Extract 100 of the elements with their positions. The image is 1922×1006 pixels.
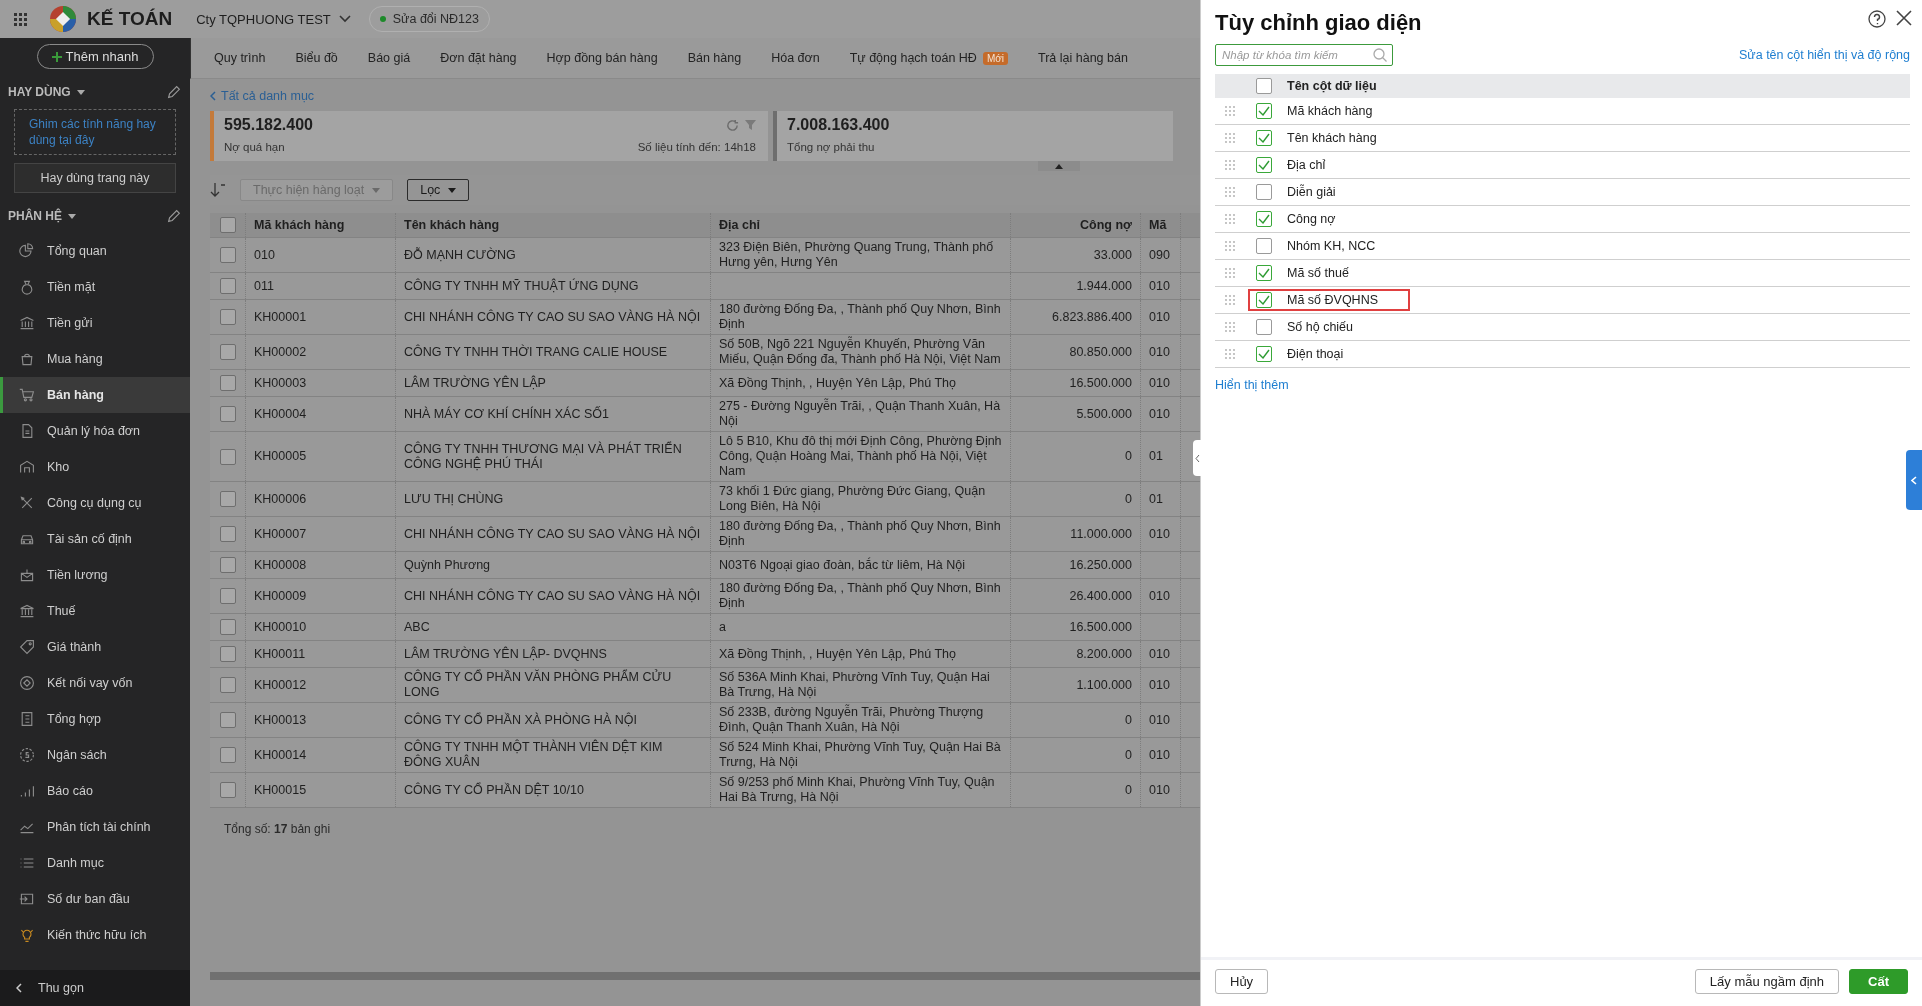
tab[interactable]: Hóa đơn — [756, 51, 835, 65]
close-icon[interactable] — [1896, 10, 1912, 26]
checkbox[interactable] — [1256, 184, 1272, 200]
edit-icon[interactable] — [166, 208, 182, 224]
edit-icon[interactable] — [166, 84, 182, 100]
column-name: Mã số thuế — [1287, 266, 1349, 280]
row-checkbox[interactable] — [219, 588, 236, 604]
help-icon[interactable] — [1868, 10, 1886, 28]
filter-icon[interactable] — [745, 118, 756, 130]
row-checkbox[interactable] — [219, 491, 236, 507]
row-checkbox[interactable] — [219, 782, 236, 798]
sidebar-item[interactable]: Mua hàng — [0, 341, 190, 377]
sidebar-item[interactable]: Báo cáo — [0, 773, 190, 809]
table-cell: N03T6 Ngoại giao đoàn, bắc từ liêm, Hà Nội — [711, 552, 1011, 578]
search-field[interactable]: Nhập từ khóa tìm kiếm — [1215, 44, 1393, 66]
sidebar-item[interactable]: Công cụ dụng cụ — [0, 485, 190, 521]
sort-icon[interactable] — [210, 182, 226, 198]
tab[interactable]: Biểu đồ — [280, 51, 353, 65]
sidebar-item[interactable]: Bán hàng — [0, 377, 190, 413]
row-checkbox[interactable] — [219, 247, 236, 263]
column-header[interactable]: Địa chỉ — [711, 213, 1011, 237]
row-checkbox[interactable] — [219, 619, 236, 635]
row-checkbox[interactable] — [219, 375, 236, 391]
drag-handle-icon[interactable] — [1225, 241, 1235, 251]
sidebar-item[interactable]: Kết nối vay vốn — [0, 665, 190, 701]
panel-toggle-handle[interactable] — [1193, 440, 1201, 476]
drag-handle-icon[interactable] — [1225, 160, 1235, 170]
column-header[interactable]: Tên khách hàng — [396, 213, 711, 237]
row-checkbox[interactable] — [219, 278, 236, 294]
side-tab[interactable] — [1906, 450, 1922, 510]
row-checkbox[interactable] — [219, 406, 236, 422]
row-checkbox[interactable] — [219, 747, 236, 763]
drag-handle-icon[interactable] — [1225, 214, 1235, 224]
checkbox[interactable] — [1256, 319, 1272, 335]
sidebar-item[interactable]: Thuế — [0, 593, 190, 629]
tab[interactable]: Bán hàng — [672, 51, 757, 65]
checkbox[interactable] — [1256, 346, 1272, 362]
row-checkbox[interactable] — [219, 712, 236, 728]
sidebar-item[interactable]: Kiến thức hữu ích — [0, 917, 190, 953]
table-cell: KH00002 — [246, 335, 396, 369]
row-checkbox[interactable] — [219, 217, 236, 233]
sidebar-item[interactable]: Tổng hợp — [0, 701, 190, 737]
sidebar-item[interactable]: Ngân sách — [0, 737, 190, 773]
drag-handle-icon[interactable] — [1225, 187, 1235, 197]
section-toggle[interactable]: HAY DÙNG — [8, 85, 85, 99]
row-checkbox[interactable] — [219, 677, 236, 693]
tab[interactable]: Trả lại hàng bán — [1023, 51, 1143, 65]
show-more-link[interactable]: Hiển thị thêm — [1215, 378, 1289, 392]
sidebar-item[interactable]: Tài sản cố định — [0, 521, 190, 557]
checkbox[interactable] — [1256, 157, 1272, 173]
checkbox[interactable] — [1256, 78, 1272, 94]
collapse-button[interactable]: Thu gọn — [0, 970, 190, 1006]
row-checkbox[interactable] — [219, 448, 236, 465]
column-header[interactable]: Công nợ — [1011, 213, 1141, 237]
sidebar-item[interactable]: Danh mục — [0, 845, 190, 881]
drag-handle-icon[interactable] — [1225, 106, 1235, 116]
sidebar-item[interactable]: Tiền gửi — [0, 305, 190, 341]
tab[interactable]: Hợp đồng bán hàng — [531, 51, 673, 65]
checkbox[interactable] — [1256, 238, 1272, 254]
company-selector[interactable]: Cty TQPHUONG TEST — [196, 11, 351, 27]
drag-handle-icon[interactable] — [1225, 133, 1235, 143]
checkbox[interactable] — [1256, 211, 1272, 227]
row-checkbox[interactable] — [219, 309, 236, 325]
collapse-handle[interactable] — [1038, 161, 1080, 171]
tab[interactable]: Báo giá — [352, 51, 426, 65]
drag-handle-icon[interactable] — [1225, 268, 1235, 278]
drag-handle-icon[interactable] — [1225, 295, 1235, 305]
sidebar-item[interactable]: Giá thành — [0, 629, 190, 665]
sidebar-item[interactable]: Phân tích tài chính — [0, 809, 190, 845]
apps-icon[interactable] — [14, 12, 27, 26]
section-toggle[interactable]: PHÂN HỆ — [8, 209, 76, 223]
sidebar-item[interactable]: Kho — [0, 449, 190, 485]
checkbox[interactable] — [1256, 292, 1272, 308]
scrollbar[interactable] — [210, 972, 1200, 980]
sidebar-item[interactable]: Tiền lương — [0, 557, 190, 593]
row-checkbox[interactable] — [219, 526, 236, 542]
drag-handle-icon[interactable] — [1225, 349, 1235, 359]
tab[interactable]: Đơn đặt hàng — [425, 51, 532, 65]
sidebar-item[interactable]: Tổng quan — [0, 233, 190, 269]
tab[interactable]: Quy trình — [199, 51, 281, 65]
row-checkbox[interactable] — [219, 344, 236, 360]
tab[interactable]: Tự động hạch toán HĐ Mới — [834, 51, 1023, 65]
drag-handle-icon[interactable] — [1225, 322, 1235, 332]
sidebar-item[interactable]: Số dư ban đầu — [0, 881, 190, 917]
checkbox[interactable] — [1256, 265, 1272, 281]
row-checkbox[interactable] — [219, 557, 236, 573]
column-header[interactable]: Mã khách hàng — [246, 213, 396, 237]
rename-columns-link[interactable]: Sửa tên cột hiển thị và độ rộng — [1739, 48, 1910, 62]
sidebar-item[interactable]: Quản lý hóa đơn — [0, 413, 190, 449]
default-template-button[interactable]: Lấy mẫu ngầm định — [1694, 969, 1840, 994]
refresh-icon[interactable] — [726, 118, 739, 132]
column-header[interactable]: Mã — [1141, 213, 1181, 237]
cancel-button[interactable]: Hủy — [1215, 969, 1269, 994]
sidebar-item[interactable]: Tiền mặt — [0, 269, 190, 305]
save-button[interactable]: Cất — [1849, 969, 1908, 994]
checkbox[interactable] — [1256, 130, 1272, 146]
row-checkbox[interactable] — [219, 646, 236, 662]
favorites-button[interactable]: Hay dùng trang này — [14, 163, 176, 193]
filter-dropdown[interactable]: Lọc — [407, 179, 470, 201]
checkbox[interactable] — [1256, 103, 1272, 119]
